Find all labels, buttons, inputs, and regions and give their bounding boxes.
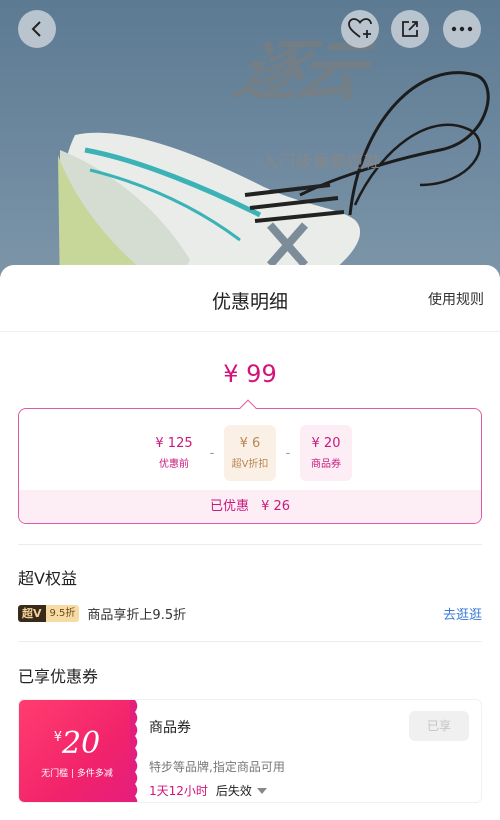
coupon-discount-amount: ¥ 20 (311, 436, 341, 451)
vip-badge: 超V 9.5折 (18, 604, 80, 622)
favorite-button[interactable] (341, 10, 379, 48)
usage-rules-link[interactable]: 使用规则 (428, 289, 484, 309)
vip-benefits-title: 超V权益 (18, 569, 77, 588)
coupon-discount-label: 商品券 (311, 459, 341, 470)
vip-discount-item: ¥ 6 超V折扣 (224, 425, 276, 481)
coupon-expiry-time: 1天12小时 (149, 784, 208, 798)
coupon-card[interactable]: ¥20 无门槛 | 多件多减 商品券 已享 特步等品牌,指定商品可用 1天12小… (18, 699, 482, 803)
back-arrow-icon (31, 21, 41, 37)
back-button[interactable] (18, 10, 56, 48)
saved-amount: ¥ 26 (261, 499, 291, 514)
share-icon (402, 21, 418, 37)
coupon-applied-button[interactable]: 已享 (409, 711, 469, 741)
coupon-expiry-suffix: 后失效 (215, 784, 252, 798)
vip-discount-amount: ¥ 6 (239, 436, 261, 451)
price-breakdown-box: ¥ 125 优惠前 - ¥ 6 超V折扣 - ¥ 20 商品券 已优惠 ¥ 26 (18, 399, 482, 524)
breakdown-pointer (239, 399, 257, 417)
sheet-title: 优惠明细 (211, 291, 288, 313)
section-divider (18, 544, 482, 545)
coupon-value-panel: ¥20 无门槛 | 多件多减 (19, 700, 135, 802)
coupon-scope: 特步等品牌,指定商品可用 (149, 760, 285, 774)
coupon-scallop-edge (130, 700, 138, 802)
chevron-down-icon (256, 787, 267, 794)
coupon-condition: 无门槛 | 多件多减 (41, 769, 113, 779)
original-price-amount: ¥ 125 (155, 436, 193, 451)
vip-benefit-description: 商品享折上9.5折 (87, 607, 187, 623)
vip-badge-prefix: 超V (18, 604, 46, 622)
product-tagline: 入门级缓震跑鞋 (262, 152, 382, 171)
coupon-value: 20 (62, 726, 101, 761)
more-button[interactable] (443, 10, 481, 48)
share-button[interactable] (391, 10, 429, 48)
coupon-discount-item: ¥ 20 商品券 (300, 425, 352, 481)
final-price: ¥ 99 (223, 360, 277, 388)
breakdown-row: ¥ 125 优惠前 - ¥ 6 超V折扣 - ¥ 20 商品券 (19, 425, 481, 481)
original-price-label: 优惠前 (159, 459, 189, 470)
saved-label: 已优惠 (209, 499, 249, 514)
vip-badge-discount: 9.5折 (45, 604, 80, 622)
more-dots-icon (451, 26, 473, 32)
go-browse-link[interactable]: 去逛逛 (443, 604, 482, 623)
total-saved-bar: 已优惠 ¥ 26 (19, 490, 481, 523)
coupon-currency: ¥ (53, 730, 63, 745)
discount-detail-sheet: 优惠明细 使用规则 ¥ 99 ¥ 125 优惠前 - ¥ 6 超V折扣 - ¥ … (0, 265, 500, 820)
section-divider (18, 641, 482, 642)
sheet-header: 优惠明细 使用规则 (0, 265, 500, 332)
coupon-expiry[interactable]: 1天12小时 后失效 (149, 782, 267, 799)
original-price-item: ¥ 125 优惠前 (148, 425, 200, 481)
coupon-amount: ¥20 (19, 726, 135, 761)
coupon-name: 商品券 (149, 720, 191, 736)
minus-operator: - (285, 445, 291, 461)
minus-operator: - (209, 445, 215, 461)
heart-plus-icon (348, 18, 372, 38)
vip-benefit-row: 超V 9.5折 商品享折上9.5折 去逛逛 (18, 603, 482, 623)
applied-coupons-title: 已享优惠券 (18, 667, 99, 686)
product-hero-image: 逐云 入门级缓震跑鞋 (0, 0, 500, 300)
vip-discount-label: 超V折扣 (231, 459, 269, 470)
